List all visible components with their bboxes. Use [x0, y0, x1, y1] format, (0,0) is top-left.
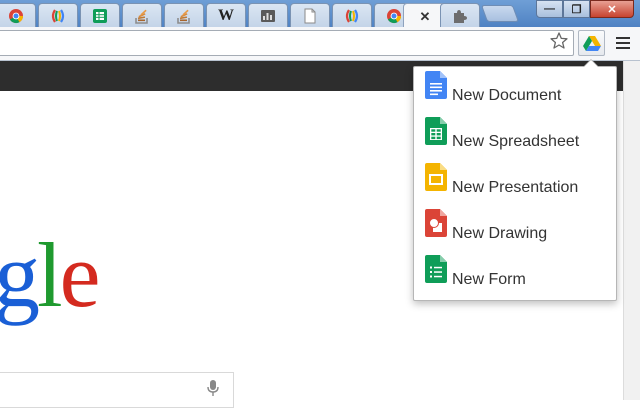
tab-blogger[interactable]	[248, 3, 288, 27]
blank-page-icon	[304, 8, 316, 23]
menu-item-label: New Form	[452, 271, 526, 288]
wikipedia-icon: W	[218, 6, 234, 24]
menu-item-label: New Presentation	[452, 179, 579, 196]
tab-wikipedia[interactable]: W	[206, 3, 246, 27]
puzzle-extension-icon	[454, 9, 467, 23]
new-presentation-item[interactable]: New Presentation	[424, 163, 614, 203]
tab-close-icon[interactable]: ✕	[420, 10, 431, 23]
menu-item-label: New Drawing	[452, 225, 548, 242]
new-spreadsheet-item[interactable]: New Spreadsheet	[424, 117, 614, 157]
tab-apps-script-2[interactable]	[332, 3, 372, 27]
blogger-icon	[261, 9, 275, 22]
hamburger-menu-icon[interactable]	[611, 32, 635, 54]
maximize-button[interactable]: ❐	[563, 0, 590, 18]
tab-extensions[interactable]	[440, 3, 480, 27]
search-input[interactable]	[0, 372, 234, 408]
google-docs-icon	[425, 71, 447, 99]
popup-arrow-inner	[584, 60, 598, 67]
browser-toolbar	[0, 27, 640, 61]
tab-blank-page[interactable]	[290, 3, 330, 27]
stack-overflow-icon	[135, 9, 148, 24]
google-drive-icon	[582, 36, 601, 51]
menu-item-label: New Document	[452, 87, 562, 104]
google-drawings-icon	[425, 209, 447, 237]
google-slides-icon	[425, 163, 447, 191]
tab-spreadsheet[interactable]	[80, 3, 120, 27]
stack-overflow-icon	[177, 9, 190, 24]
window-controls: — ❐ ✕	[536, 0, 634, 18]
tab-chrome[interactable]	[0, 3, 36, 27]
tab-strip: W ✕ — ❐ ✕	[0, 0, 640, 28]
chrome-icon	[9, 8, 24, 23]
microphone-icon[interactable]	[206, 379, 220, 397]
drive-create-menu: New Document New Spreadsheet New Present…	[413, 66, 617, 301]
google-drive-extension-button[interactable]	[578, 30, 605, 56]
google-forms-icon	[425, 255, 447, 283]
new-drawing-item[interactable]: New Drawing	[424, 209, 614, 249]
chrome-icon	[387, 8, 402, 23]
google-logo: gle	[0, 224, 100, 326]
new-document-item[interactable]: New Document	[424, 71, 614, 111]
address-bar[interactable]	[0, 30, 574, 56]
google-apps-script-icon	[51, 8, 65, 23]
minimize-button[interactable]: —	[536, 0, 563, 18]
page-scrollbar[interactable]	[623, 61, 640, 400]
google-sheets-icon	[425, 117, 447, 145]
google-apps-script-icon	[345, 8, 359, 23]
close-window-button[interactable]: ✕	[590, 0, 634, 18]
tab-stack-overflow-1[interactable]	[122, 3, 162, 27]
star-icon[interactable]	[549, 31, 569, 51]
new-form-item[interactable]: New Form	[424, 255, 614, 295]
menu-item-label: New Spreadsheet	[452, 133, 580, 150]
tab-apps-script[interactable]	[38, 3, 78, 27]
tab-stack-overflow-2[interactable]	[164, 3, 204, 27]
spreadsheet-icon	[93, 8, 107, 23]
new-tab-button[interactable]	[480, 5, 520, 22]
